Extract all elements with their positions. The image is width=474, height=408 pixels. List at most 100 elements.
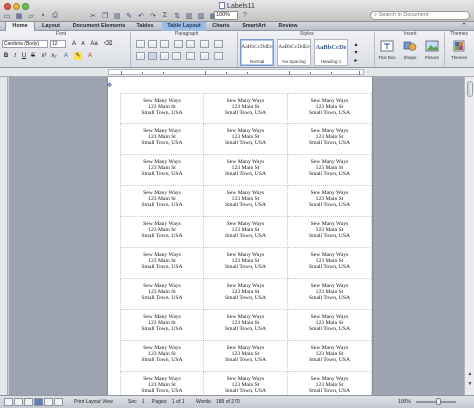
show-formatting-icon[interactable] (214, 40, 223, 48)
tab-document-elements[interactable]: Document Elements (68, 22, 130, 31)
style-normal[interactable]: AaBbCcDdEe Normal (240, 39, 274, 66)
line-spacing-icon[interactable] (186, 52, 195, 60)
label-cell[interactable]: Sew Many Ways 123 Main St Small Town, USA (288, 279, 372, 310)
cut-icon[interactable]: ✂ (88, 11, 98, 20)
tab-charts[interactable]: Charts (208, 22, 234, 31)
templates-icon[interactable]: ▦ (14, 11, 24, 20)
scroll-down-icon[interactable]: ▼ (466, 381, 474, 389)
themes-button[interactable]: Themes (448, 39, 470, 67)
publishing-view-button[interactable] (24, 398, 33, 406)
undo-icon[interactable]: ↶ (136, 11, 146, 20)
grow-font-icon[interactable]: A (70, 40, 78, 48)
text-box-button[interactable]: Text Box (376, 39, 398, 67)
style-heading-1[interactable]: AaBbCcDe Heading 1 (314, 39, 348, 66)
label-cell[interactable]: Sew Many Ways 123 Main St Small Town, USA (288, 217, 372, 248)
borders-icon[interactable] (214, 52, 223, 60)
label-cell[interactable]: Sew Many Ways 123 Main St Small Town, USA (120, 341, 204, 372)
label-cell[interactable]: Sew Many Ways 123 Main St Small Town, USA (204, 186, 288, 217)
help-icon[interactable]: ? (240, 11, 250, 20)
scroll-up-icon[interactable]: ▲ (466, 371, 474, 379)
increase-indent-icon[interactable] (186, 40, 195, 48)
label-cell[interactable]: Sew Many Ways 123 Main St Small Town, USA (120, 217, 204, 248)
label-cell[interactable]: Sew Many Ways 123 Main St Small Town, USA (204, 248, 288, 279)
shrink-font-icon[interactable]: A (79, 40, 87, 48)
label-cell[interactable]: Sew Many Ways 123 Main St Small Town, USA (288, 124, 372, 155)
paste-icon[interactable]: ▤ (112, 11, 122, 20)
label-cell[interactable]: Sew Many Ways 123 Main St Small Town, USA (120, 279, 204, 310)
label-cell[interactable]: Sew Many Ways 123 Main St Small Town, USA (204, 310, 288, 341)
justify-icon[interactable] (172, 52, 181, 60)
styles-scroll-down-icon[interactable]: ▾ (352, 49, 360, 57)
label-cell[interactable]: Sew Many Ways 123 Main St Small Town, USA (204, 279, 288, 310)
align-center-icon[interactable] (148, 52, 157, 60)
search-box[interactable]: ⌕ (370, 11, 470, 20)
label-cell[interactable]: Sew Many Ways 123 Main St Small Town, USA (288, 341, 372, 372)
sidebar-icon[interactable]: ▧ (196, 11, 206, 20)
notebook-view-button[interactable] (44, 398, 53, 406)
label-cell[interactable]: Sew Many Ways 123 Main St Small Town, USA (204, 341, 288, 372)
tab-tables[interactable]: Tables (132, 22, 158, 31)
decrease-indent-icon[interactable] (174, 40, 183, 48)
italic-button[interactable]: I (11, 52, 19, 60)
label-cell[interactable]: Sew Many Ways 123 Main St Small Town, USA (120, 248, 204, 279)
subscript-icon[interactable]: x₂ (50, 52, 58, 60)
zoom-slider-knob[interactable] (436, 398, 441, 405)
document-canvas[interactable]: Sew Many Ways 123 Main St Small Town, USA … (9, 77, 464, 395)
label-cell[interactable]: Sew Many Ways 123 Main St Small Town, USA (204, 93, 288, 124)
label-cell[interactable]: Sew Many Ways 123 Main St Small Town, USA (204, 372, 288, 395)
labels-table[interactable]: Sew Many Ways 123 Main St Small Town, USA … (120, 93, 372, 395)
table-move-handle-icon[interactable]: ✥ (107, 82, 112, 89)
label-cell[interactable]: Sew Many Ways 123 Main St Small Town, USA (288, 93, 372, 124)
new-document-icon[interactable]: ▭ (2, 11, 12, 20)
save-icon[interactable]: ▪ (38, 11, 48, 20)
label-cell[interactable]: Sew Many Ways 123 Main St Small Town, USA (120, 93, 204, 124)
style-no-spacing[interactable]: AaBbCcDdEe No Spacing (277, 39, 311, 66)
label-cell[interactable]: Sew Many Ways 123 Main St Small Town, USA (288, 248, 372, 279)
draft-view-button[interactable] (4, 398, 13, 406)
vertical-ruler[interactable] (0, 77, 8, 395)
font-name-select[interactable]: Cambria (Body) (2, 40, 48, 48)
styles-more-icon[interactable]: ▸ (352, 57, 360, 65)
print-layout-view-button[interactable] (34, 398, 43, 406)
label-cell[interactable]: Sew Many Ways 123 Main St Small Town, USA (288, 372, 372, 395)
change-case-icon[interactable]: Aa (90, 40, 98, 48)
label-cell[interactable]: Sew Many Ways 123 Main St Small Town, USA (288, 155, 372, 186)
text-effects-icon[interactable]: A (62, 52, 70, 60)
label-cell[interactable]: Sew Many Ways 123 Main St Small Town, USA (120, 186, 204, 217)
search-input[interactable] (378, 12, 459, 18)
print-icon[interactable]: ⎙ (50, 11, 60, 20)
label-cell[interactable]: Sew Many Ways 123 Main St Small Town, USA (204, 217, 288, 248)
tab-layout[interactable]: Layout (38, 22, 64, 31)
vertical-scrollbar[interactable]: ▲ ▼ (464, 77, 474, 395)
clear-formatting-icon[interactable]: ⌫ (104, 40, 112, 48)
tab-smartart[interactable]: SmartArt (236, 22, 272, 31)
label-cell[interactable]: Sew Many Ways 123 Main St Small Town, USA (120, 310, 204, 341)
sum-icon[interactable]: Σ (160, 11, 170, 20)
tab-table-layout[interactable]: Table Layout (162, 22, 206, 31)
full-screen-view-button[interactable] (54, 398, 63, 406)
format-painter-icon[interactable]: ✎ (124, 11, 134, 20)
underline-button[interactable]: U (20, 52, 28, 60)
align-right-icon[interactable] (160, 52, 169, 60)
sort-icon[interactable]: ⇅ (172, 11, 182, 20)
label-cell[interactable]: Sew Many Ways 123 Main St Small Town, USA (204, 124, 288, 155)
label-cell[interactable]: Sew Many Ways 123 Main St Small Town, USA (288, 186, 372, 217)
copy-icon[interactable]: ❐ (100, 11, 110, 20)
label-cell[interactable]: Sew Many Ways 123 Main St Small Town, USA (120, 372, 204, 395)
label-cell[interactable]: Sew Many Ways 123 Main St Small Town, USA (120, 124, 204, 155)
label-cell[interactable]: Sew Many Ways 123 Main St Small Town, USA (204, 155, 288, 186)
outline-view-button[interactable] (14, 398, 23, 406)
picture-button[interactable]: Picture (421, 39, 443, 67)
shape-button[interactable]: Shape (399, 39, 421, 67)
tab-review[interactable]: Review (274, 22, 302, 31)
font-color-icon[interactable]: A (86, 52, 94, 60)
gallery-icon[interactable]: ▥ (184, 11, 194, 20)
strikethrough-button[interactable]: S (29, 52, 37, 60)
redo-icon[interactable]: ↷ (148, 11, 158, 20)
label-cell[interactable]: Sew Many Ways 123 Main St Small Town, USA (288, 310, 372, 341)
highlight-icon[interactable]: ✎ (74, 52, 82, 60)
document-page[interactable]: Sew Many Ways 123 Main St Small Town, USA … (108, 77, 372, 395)
shading-icon[interactable] (200, 52, 209, 60)
superscript-icon[interactable]: x² (40, 52, 48, 60)
horizontal-ruler[interactable] (0, 68, 474, 77)
